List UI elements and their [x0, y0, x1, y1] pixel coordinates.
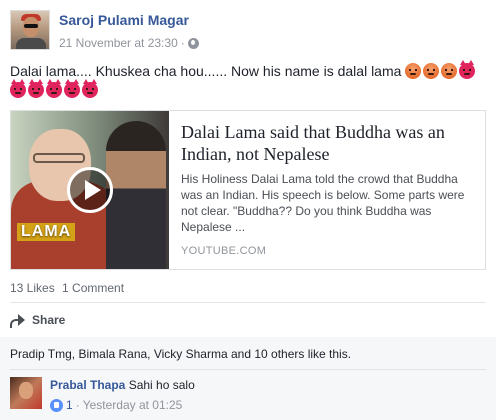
play-button[interactable]	[67, 167, 113, 213]
share-button[interactable]: Share	[10, 311, 65, 329]
thumbnail-glasses	[33, 153, 85, 163]
post-message-text: Dalai lama.... Khuskea cha hou...... Now…	[10, 63, 402, 79]
avatar-sunglasses	[24, 24, 38, 28]
comment-meta: 1 · Yesterday at 01:25	[50, 397, 195, 413]
devil-face-emoji-icon	[28, 79, 44, 98]
comment-body: Prabal Thapa Sahi ho salo 1 · Yesterday …	[50, 377, 195, 413]
comment-meta-separator: ·	[75, 398, 80, 412]
play-icon	[85, 180, 101, 200]
likes-count-link[interactable]: 13 Likes	[10, 281, 55, 295]
author-avatar[interactable]	[10, 10, 50, 50]
angry-face-emoji-icon	[405, 63, 422, 79]
comment-like-count[interactable]: 1	[66, 397, 73, 413]
angry-face-emoji-icon	[423, 63, 440, 79]
comments-divider	[10, 369, 486, 370]
post-header-text: Saroj Pulami Magar 21 November at 23:30 …	[59, 10, 199, 52]
commenter-face	[19, 382, 33, 399]
meta-separator: ·	[180, 36, 185, 50]
link-source-domain: YOUTUBE.COM	[181, 245, 267, 257]
devil-face-emoji-icon	[64, 79, 80, 98]
shared-link-card[interactable]: LAMA Dalai Lama said that Buddha was an …	[10, 110, 486, 270]
comment-timestamp[interactable]: Yesterday at 01:25	[83, 397, 183, 413]
post-message: Dalai lama.... Khuskea cha hou...... Now…	[10, 60, 490, 100]
post-meta: 21 November at 23:30 ·	[59, 35, 199, 51]
post-timestamp[interactable]: 21 November at 23:30	[59, 35, 178, 51]
devil-face-emoji-icon	[459, 60, 476, 79]
devil-face-emoji-icon	[46, 79, 62, 98]
commenter-name[interactable]: Prabal Thapa	[50, 378, 125, 392]
likes-summary[interactable]: Pradip Tmg, Bimala Rana, Vicky Sharma an…	[10, 347, 351, 361]
link-card-body: Dalai Lama said that Buddha was an India…	[169, 111, 485, 269]
video-thumbnail[interactable]: LAMA	[11, 111, 169, 269]
devil-face-emoji-icon	[10, 79, 26, 98]
angry-face-emoji-icon	[441, 63, 458, 79]
thumbnail-bystander	[106, 121, 166, 269]
comment-text: Sahi ho salo	[128, 378, 195, 392]
comments-count-link[interactable]: 1 Comment	[62, 281, 124, 295]
globe-icon[interactable]	[187, 37, 199, 49]
thumbs-up-icon	[50, 398, 63, 412]
post-author-link[interactable]: Saroj Pulami Magar	[59, 11, 199, 29]
link-title[interactable]: Dalai Lama said that Buddha was an India…	[181, 121, 473, 165]
emoji-row-2	[10, 79, 100, 98]
stats-divider	[10, 302, 486, 303]
link-description: His Holiness Dalai Lama told the crowd t…	[181, 172, 465, 234]
thumbnail-caption: LAMA	[17, 223, 76, 241]
avatar-shirt	[16, 38, 46, 49]
comment-item: Prabal Thapa Sahi ho salo 1 · Yesterday …	[10, 377, 195, 413]
share-label: Share	[32, 313, 66, 327]
devil-face-emoji-icon	[82, 79, 98, 98]
commenter-avatar[interactable]	[10, 377, 42, 409]
share-arrow-icon	[10, 314, 26, 328]
comments-section: Pradip Tmg, Bimala Rana, Vicky Sharma an…	[0, 337, 496, 420]
post-header: Saroj Pulami Magar 21 November at 23:30 …	[10, 10, 199, 52]
emoji-row-1	[401, 60, 477, 79]
post-stats: 13 Likes 1 Comment	[10, 281, 128, 295]
